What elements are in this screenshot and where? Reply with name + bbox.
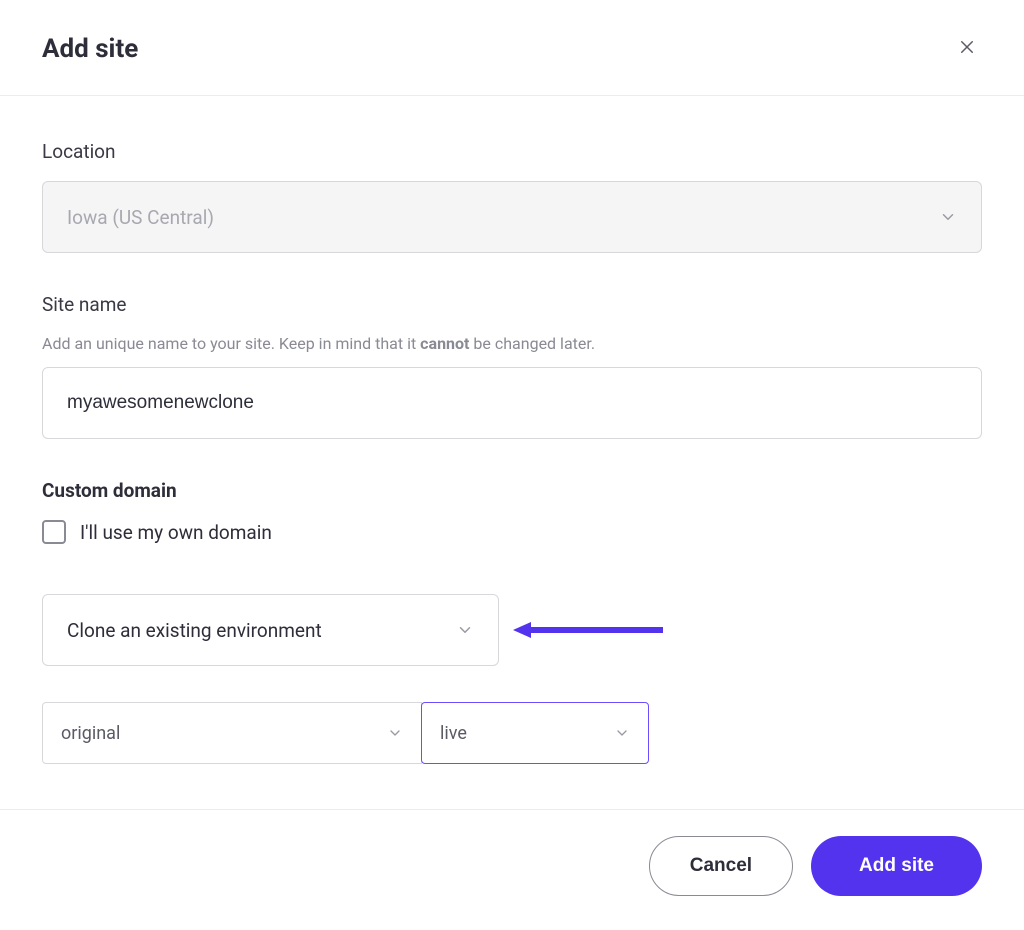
target-env-value: live (440, 723, 467, 744)
environment-selects: original live (42, 702, 982, 764)
source-env-value: original (61, 723, 120, 744)
sitename-input[interactable] (42, 367, 982, 439)
customdomain-field: Custom domain I'll use my own domain (42, 479, 982, 544)
sitename-field: Site name Add an unique name to your sit… (42, 293, 982, 439)
add-site-button[interactable]: Add site (811, 836, 982, 896)
own-domain-checkbox-label: I'll use my own domain (80, 521, 272, 544)
annotation-arrow-icon (513, 618, 663, 642)
chevron-down-icon (939, 208, 957, 226)
dialog-title: Add site (42, 34, 138, 64)
helper-text-post: be changed later. (469, 334, 595, 353)
clone-mode-value: Clone an existing environment (67, 619, 322, 642)
own-domain-row: I'll use my own domain (42, 520, 982, 544)
location-value: Iowa (US Central) (67, 206, 214, 229)
dialog-footer: Cancel Add site (0, 809, 1024, 930)
dialog-header: Add site (0, 0, 1024, 96)
sitename-helper: Add an unique name to your site. Keep in… (42, 334, 982, 353)
helper-text-bold: cannot (420, 334, 469, 353)
source-env-select[interactable]: original (42, 702, 422, 764)
chevron-down-icon (614, 725, 630, 741)
location-select[interactable]: Iowa (US Central) (42, 181, 982, 253)
location-label: Location (42, 140, 982, 163)
target-env-select[interactable]: live (421, 702, 649, 764)
cancel-button[interactable]: Cancel (649, 836, 793, 896)
customdomain-label: Custom domain (42, 479, 982, 502)
clone-row: Clone an existing environment (42, 594, 982, 666)
chevron-down-icon (387, 725, 403, 741)
dialog-body: Location Iowa (US Central) Site name Add… (0, 96, 1024, 804)
location-field: Location Iowa (US Central) (42, 140, 982, 253)
close-icon (958, 38, 976, 56)
chevron-down-icon (456, 621, 474, 639)
own-domain-checkbox[interactable] (42, 520, 66, 544)
clone-mode-select[interactable]: Clone an existing environment (42, 594, 499, 666)
helper-text-pre: Add an unique name to your site. Keep in… (42, 334, 420, 353)
close-button[interactable] (952, 32, 982, 65)
sitename-label: Site name (42, 293, 982, 316)
